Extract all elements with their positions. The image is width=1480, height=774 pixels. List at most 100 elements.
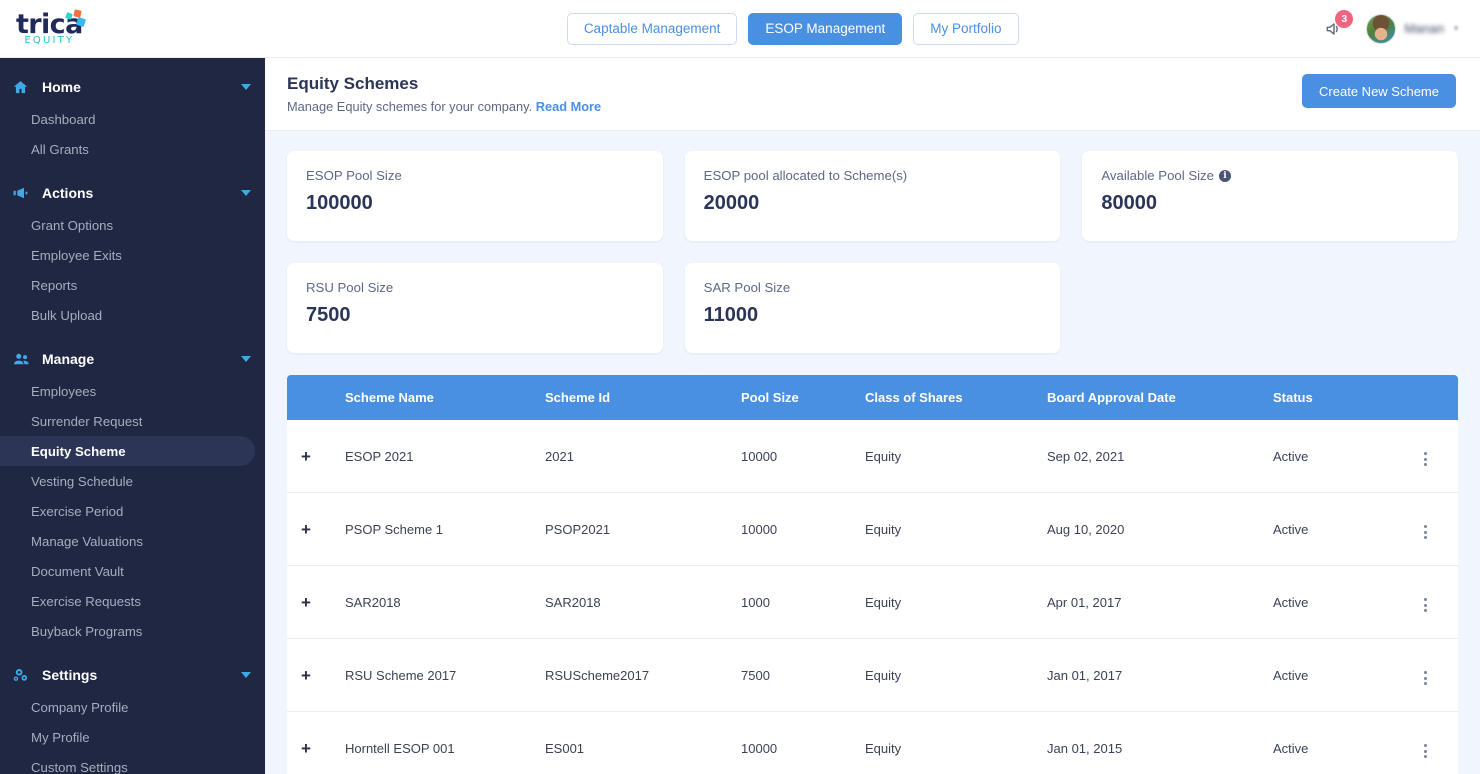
cell-board-approval-date: Jan 01, 2015	[1039, 711, 1265, 774]
stat-label-text: Available Pool Size	[1101, 168, 1214, 183]
expand-row-icon[interactable]: +	[301, 667, 311, 684]
chevron-down-icon[interactable]	[241, 672, 251, 678]
sidebar-item-reports[interactable]: Reports	[0, 270, 255, 300]
cell-board-approval-date: Aug 10, 2020	[1039, 492, 1265, 566]
chevron-down-icon[interactable]	[241, 356, 251, 362]
sidebar-item-manage-valuations[interactable]: Manage Valuations	[0, 526, 255, 556]
read-more-link[interactable]: Read More	[536, 99, 601, 114]
sidebar-group-manage[interactable]: Manage	[0, 342, 265, 376]
expand-cell: +	[287, 638, 337, 712]
page-subtitle-text: Manage Equity schemes for your company.	[287, 99, 533, 114]
avatar	[1366, 13, 1397, 44]
stat-card-esop-pool-allocated: ESOP pool allocated to Scheme(s) 20000	[684, 151, 1061, 241]
user-menu[interactable]: Manan ▼	[1366, 13, 1460, 44]
cell-board-approval-date: Jan 01, 2017	[1039, 638, 1265, 712]
row-actions-cell	[1385, 638, 1458, 712]
table-row: + PSOP Scheme 1 PSOP2021 10000 Equity Au…	[287, 492, 1458, 566]
sidebar-item-employees[interactable]: Employees	[0, 376, 255, 406]
row-menu-icon[interactable]	[1421, 668, 1430, 688]
schemes-table-wrapper: Scheme Name Scheme Id Pool Size Class of…	[287, 375, 1458, 774]
row-actions-cell	[1385, 711, 1458, 774]
nav-captable-management[interactable]: Captable Management	[566, 12, 738, 45]
table-header-row: Scheme Name Scheme Id Pool Size Class of…	[287, 375, 1458, 420]
sidebar-group-home[interactable]: Home	[0, 70, 265, 104]
cell-class-of-shares: Equity	[857, 492, 1039, 566]
sidebar-group-actions[interactable]: Actions	[0, 176, 265, 210]
sidebar-item-my-profile[interactable]: My Profile	[0, 722, 255, 752]
row-actions-cell	[1385, 420, 1458, 493]
sidebar-item-all-grants[interactable]: All Grants	[0, 134, 255, 164]
stat-label: RSU Pool Size	[306, 280, 644, 295]
top-bar-right: 3 Manan ▼	[1320, 9, 1480, 44]
chevron-down-icon[interactable]	[241, 190, 251, 196]
app-root: trica EQUITY Captable Management ESOP Ma…	[0, 0, 1480, 774]
chevron-down-icon: ▼	[1452, 24, 1460, 33]
expand-row-icon[interactable]: +	[301, 740, 311, 757]
col-actions	[1385, 375, 1458, 420]
stat-label: SAR Pool Size	[704, 280, 1042, 295]
sidebar-item-custom-settings[interactable]: Custom Settings	[0, 752, 255, 774]
gears-icon	[12, 666, 38, 685]
stat-label: Available Pool Size i	[1101, 168, 1439, 183]
nav-esop-management[interactable]: ESOP Management	[748, 12, 903, 45]
cell-board-approval-date: Apr 01, 2017	[1039, 565, 1265, 639]
cell-pool-size: 10000	[733, 492, 857, 566]
announcements-button[interactable]: 3	[1320, 9, 1354, 44]
expand-cell: +	[287, 492, 337, 566]
logo-zone: trica EQUITY	[0, 0, 265, 57]
schemes-table: Scheme Name Scheme Id Pool Size Class of…	[287, 375, 1458, 774]
col-status: Status	[1265, 375, 1385, 420]
stat-value: 100000	[306, 192, 373, 214]
cell-pool-size: 10000	[733, 420, 857, 493]
sidebar-group-label: Actions	[42, 185, 94, 201]
notification-badge: 3	[1335, 9, 1354, 28]
stat-label-text: SAR Pool Size	[703, 280, 791, 295]
sidebar-item-vesting-schedule[interactable]: Vesting Schedule	[0, 466, 255, 496]
sidebar-group-settings[interactable]: Settings	[0, 658, 265, 692]
cell-pool-size: 10000	[733, 711, 857, 774]
sidebar-item-company-profile[interactable]: Company Profile	[0, 692, 255, 722]
trica-logo[interactable]: trica EQUITY	[16, 9, 86, 46]
sidebar-item-exercise-requests[interactable]: Exercise Requests	[0, 586, 255, 616]
cell-status: Active	[1265, 565, 1385, 639]
sidebar-item-buyback-programs[interactable]: Buyback Programs	[0, 616, 255, 646]
page-subtitle: Manage Equity schemes for your company. …	[287, 99, 601, 114]
create-new-scheme-button[interactable]: Create New Scheme	[1302, 74, 1456, 108]
page-header-text: Equity Schemes Manage Equity schemes for…	[287, 74, 601, 114]
main-content: Equity Schemes Manage Equity schemes for…	[265, 58, 1480, 774]
sidebar-item-dashboard[interactable]: Dashboard	[0, 104, 255, 134]
stat-cards-row-2: RSU Pool Size 7500 SAR Pool Size 11000	[287, 263, 1458, 353]
sidebar-item-bulk-upload[interactable]: Bulk Upload	[0, 300, 255, 330]
row-actions-cell	[1385, 565, 1458, 639]
stat-card-esop-pool-size: ESOP Pool Size 100000	[287, 151, 663, 241]
nav-my-portfolio[interactable]: My Portfolio	[913, 12, 1019, 45]
row-menu-icon[interactable]	[1421, 522, 1430, 542]
cell-scheme-id: RSUScheme2017	[537, 638, 733, 712]
stat-label: ESOP Pool Size	[306, 168, 644, 183]
sidebar-item-equity-scheme[interactable]: Equity Scheme	[0, 436, 255, 466]
sidebar-item-exercise-period[interactable]: Exercise Period	[0, 496, 255, 526]
sidebar-item-surrender-request[interactable]: Surrender Request	[0, 406, 255, 436]
cell-scheme-name: RSU Scheme 2017	[337, 638, 537, 712]
sidebar-item-employee-exits[interactable]: Employee Exits	[0, 240, 255, 270]
sidebar-item-document-vault[interactable]: Document Vault	[0, 556, 255, 586]
stat-value: 7500	[306, 304, 351, 326]
user-name-label: Manan	[1404, 21, 1445, 36]
row-menu-icon[interactable]	[1421, 449, 1430, 469]
chevron-down-icon[interactable]	[241, 84, 251, 90]
sidebar-item-grant-options[interactable]: Grant Options	[0, 210, 255, 240]
table-row: + RSU Scheme 2017 RSUScheme2017 7500 Equ…	[287, 638, 1458, 712]
sidebar-group-label: Manage	[42, 351, 95, 367]
cell-scheme-name: Horntell ESOP 001	[337, 711, 537, 774]
expand-row-icon[interactable]: +	[301, 521, 311, 538]
stat-card-available-pool-size: Available Pool Size i 80000	[1082, 151, 1458, 241]
expand-row-icon[interactable]: +	[301, 448, 311, 465]
info-icon[interactable]: i	[1218, 169, 1231, 182]
expand-row-icon[interactable]: +	[301, 594, 311, 611]
row-menu-icon[interactable]	[1421, 595, 1430, 615]
row-menu-icon[interactable]	[1421, 741, 1430, 761]
megaphone-icon	[12, 184, 38, 202]
stat-card-placeholder	[1082, 263, 1458, 353]
page-title: Equity Schemes	[287, 74, 419, 93]
expand-cell: +	[287, 565, 337, 639]
